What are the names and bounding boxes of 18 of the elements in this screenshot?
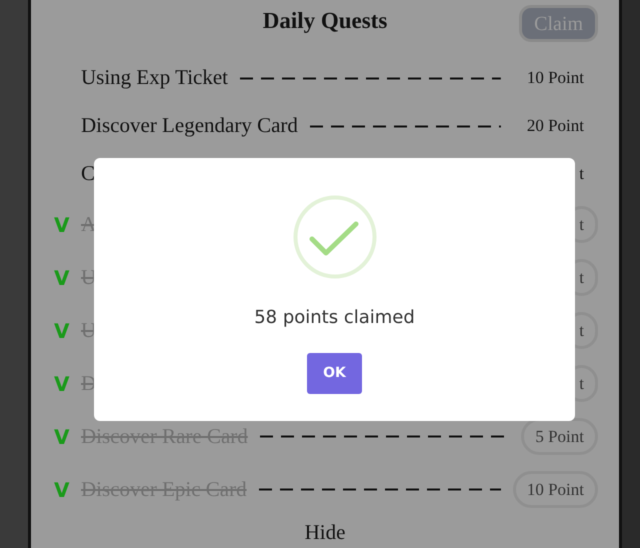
check-mark: V	[53, 370, 70, 398]
dialog-message: 58 points claimed	[254, 306, 415, 330]
points-label: 10 Point	[526, 67, 585, 90]
check-mark: V	[53, 212, 70, 238]
checkmark-icon	[292, 195, 376, 279]
check-mark: V	[53, 476, 70, 504]
hide-link[interactable]: Hide	[304, 517, 346, 548]
panel-title: Daily Quests	[262, 7, 388, 35]
ok-button[interactable]: OK	[307, 353, 362, 394]
check-mark: V	[53, 264, 70, 292]
check-mark: V	[53, 424, 70, 450]
points-badge: 10 Point	[512, 471, 598, 508]
quest-label: C	[81, 160, 96, 188]
quest-label: Discover Legendary Card	[81, 112, 298, 140]
points-label: t	[578, 163, 585, 186]
check-mark: V	[53, 318, 70, 344]
points-label: 20 Point	[526, 115, 585, 138]
quest-label: Using Exp Ticket	[81, 64, 228, 92]
